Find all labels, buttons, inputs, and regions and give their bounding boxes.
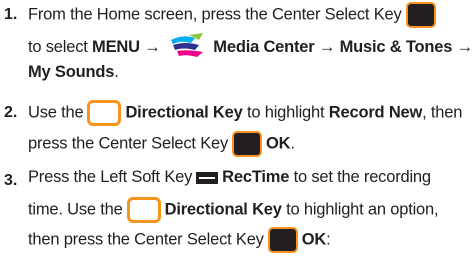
step-3-line-3: then press the Center Select Key OK:: [28, 227, 331, 253]
step-1-line-1: From the Home screen, press the Center S…: [28, 2, 440, 28]
step-number: 2.: [4, 104, 18, 121]
my-sounds-label: My Sounds: [28, 63, 115, 81]
menu-label: MENU →: [92, 37, 161, 56]
step-3-line-2: time. Use the Directional Key to highligh…: [28, 197, 439, 223]
step-2-line-1: Use the Directional Key to highlight Reco…: [28, 100, 462, 126]
step-2-line-2: press the Center Select Key OK.: [28, 131, 295, 157]
instruction-page: 1. From the Home screen, press the Cente…: [0, 0, 472, 256]
left-soft-key-icon: [196, 171, 219, 184]
step-3-line-1: Press the Left Soft Key RecTime to set th…: [28, 168, 431, 186]
menu-path: Media Center → Music & Tones →: [213, 37, 472, 56]
step-1-line-2: to select MENU → Media Center → Music & …: [28, 32, 472, 63]
directional-key-icon: [87, 100, 122, 126]
center-select-key-icon: [267, 227, 298, 253]
center-select-key-icon: [232, 131, 263, 157]
media-center-icon: [169, 32, 205, 63]
center-select-key-icon: [405, 2, 436, 28]
step-number: 3.: [4, 172, 18, 189]
step-number: 1.: [4, 6, 18, 23]
directional-key-icon: [126, 197, 161, 223]
step-1-line-3: My Sounds.: [28, 63, 119, 81]
